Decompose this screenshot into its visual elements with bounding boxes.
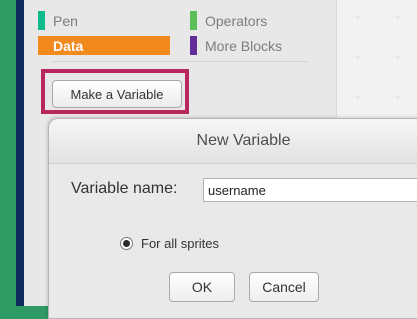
dialog-header: New Variable bbox=[49, 119, 417, 164]
make-variable-button[interactable]: Make a Variable bbox=[52, 80, 182, 108]
radio-selected-dot bbox=[123, 240, 130, 247]
scope-option-all-sprites[interactable]: For all sprites bbox=[120, 236, 219, 251]
cancel-button[interactable]: Cancel bbox=[249, 272, 319, 302]
ok-button[interactable]: OK bbox=[169, 272, 235, 302]
grid-mark: + bbox=[355, 13, 361, 24]
variable-name-label: Variable name: bbox=[71, 180, 178, 197]
grid-mark: + bbox=[395, 13, 401, 24]
category-data-label: Data bbox=[53, 37, 84, 54]
category-more-blocks-label: More Blocks bbox=[205, 37, 283, 54]
category-operators-label: Operators bbox=[205, 12, 268, 29]
pen-color-swatch bbox=[38, 11, 45, 30]
category-data[interactable]: Data bbox=[38, 36, 170, 55]
scope-option-label: For all sprites bbox=[141, 236, 220, 251]
data-color-swatch bbox=[38, 36, 45, 55]
dialog-title: New Variable bbox=[196, 132, 291, 149]
operators-color-swatch bbox=[190, 11, 197, 30]
grid-mark: + bbox=[355, 93, 361, 104]
more-blocks-color-swatch bbox=[190, 36, 197, 55]
category-pen[interactable]: Pen bbox=[38, 11, 78, 30]
category-more-blocks[interactable]: More Blocks bbox=[190, 36, 282, 55]
radio-button[interactable] bbox=[120, 237, 133, 250]
grid-mark: + bbox=[395, 93, 401, 104]
grid-mark: + bbox=[355, 53, 361, 64]
category-pen-label: Pen bbox=[53, 12, 78, 29]
variable-name-input[interactable] bbox=[203, 178, 417, 202]
new-variable-dialog: New Variable Variable name: For all spri… bbox=[48, 118, 417, 319]
category-operators[interactable]: Operators bbox=[190, 11, 267, 30]
palette-divider bbox=[52, 61, 308, 62]
grid-mark: + bbox=[395, 53, 401, 64]
